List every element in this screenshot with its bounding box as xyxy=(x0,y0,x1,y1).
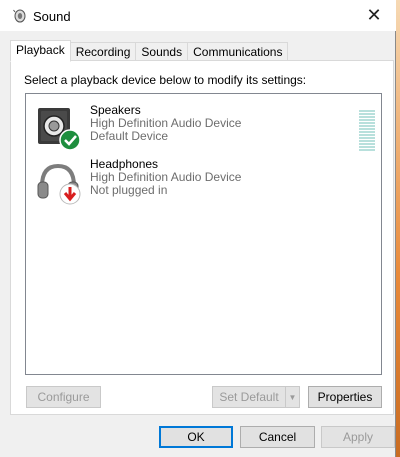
tab-communications[interactable]: Communications xyxy=(187,42,289,61)
device-list[interactable]: Speakers High Definition Audio Device De… xyxy=(25,93,382,375)
properties-label: Properties xyxy=(317,390,373,404)
properties-button[interactable]: Properties xyxy=(308,386,382,408)
device-text: Headphones High Definition Audio Device … xyxy=(90,158,241,197)
set-default-button[interactable]: Set Default xyxy=(212,386,286,408)
sound-dialog: Sound ✕ Playback Recording Sounds Commun… xyxy=(0,0,396,457)
headphones-icon xyxy=(37,163,81,205)
close-button[interactable]: ✕ xyxy=(352,0,396,31)
ok-button[interactable]: OK xyxy=(159,426,233,448)
tab-sounds[interactable]: Sounds xyxy=(135,42,189,61)
list-item-headphones[interactable]: Headphones High Definition Audio Device … xyxy=(32,154,372,206)
tab-recording[interactable]: Recording xyxy=(69,42,137,61)
set-default-dropdown[interactable]: ▼ xyxy=(285,386,300,408)
chevron-down-icon: ▼ xyxy=(288,392,297,402)
apply-label: Apply xyxy=(342,430,374,444)
speaker-app-icon xyxy=(13,9,26,23)
instruction-text: Select a playback device below to modify… xyxy=(24,73,307,87)
device-status: Not plugged in xyxy=(90,183,168,197)
playback-panel: Select a playback device below to modify… xyxy=(10,60,394,415)
configure-label: Configure xyxy=(37,390,90,404)
check-badge-icon xyxy=(59,129,81,151)
set-default-label: Set Default xyxy=(219,390,279,404)
device-status: Default Device xyxy=(90,129,169,143)
speaker-icon xyxy=(38,108,81,151)
tab-strip: Playback Recording Sounds Communications xyxy=(10,40,289,62)
apply-button[interactable]: Apply xyxy=(321,426,395,448)
window-title: Sound xyxy=(33,9,71,24)
tab-playback[interactable]: Playback xyxy=(10,40,71,62)
title-bar: Sound ✕ xyxy=(0,0,396,31)
ok-label: OK xyxy=(187,430,205,444)
close-icon: ✕ xyxy=(366,5,382,25)
cancel-label: Cancel xyxy=(258,430,297,444)
device-text: Speakers High Definition Audio Device De… xyxy=(90,104,241,143)
cancel-button[interactable]: Cancel xyxy=(240,426,315,448)
list-item-speakers[interactable]: Speakers High Definition Audio Device De… xyxy=(32,100,375,152)
volume-meter xyxy=(359,110,375,152)
configure-button[interactable]: Configure xyxy=(26,386,101,408)
